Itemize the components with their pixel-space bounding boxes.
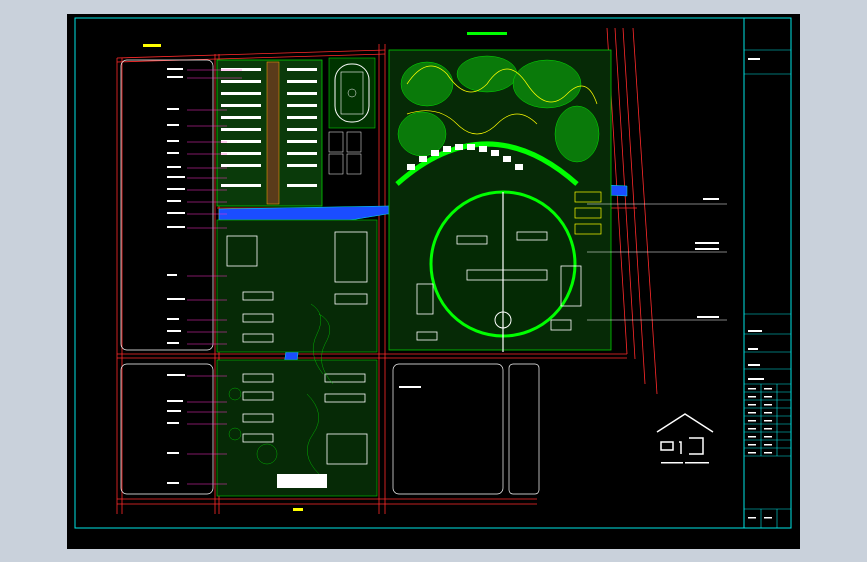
teaching-zone xyxy=(216,219,378,353)
title-block-marks xyxy=(748,58,772,519)
courts xyxy=(328,131,362,175)
bottom-gate-mark xyxy=(293,508,303,511)
title-block xyxy=(744,49,791,528)
central-walkway xyxy=(266,61,280,205)
top-road-label-mark xyxy=(467,32,507,35)
house-outline-logo-icon xyxy=(656,413,714,455)
sports-field xyxy=(328,57,376,129)
logo-caption-mark-2 xyxy=(685,462,709,464)
highway xyxy=(606,27,658,395)
logo-caption-mark xyxy=(661,462,683,464)
right-callout-marks xyxy=(695,198,719,318)
top-left-label-mark xyxy=(143,44,161,47)
parcel-label-mark xyxy=(399,386,421,388)
site-plan-drawing xyxy=(74,17,792,529)
cad-viewport[interactable] xyxy=(67,14,800,549)
south-gate-plaza xyxy=(277,474,327,488)
left-callout-marks xyxy=(167,68,185,484)
